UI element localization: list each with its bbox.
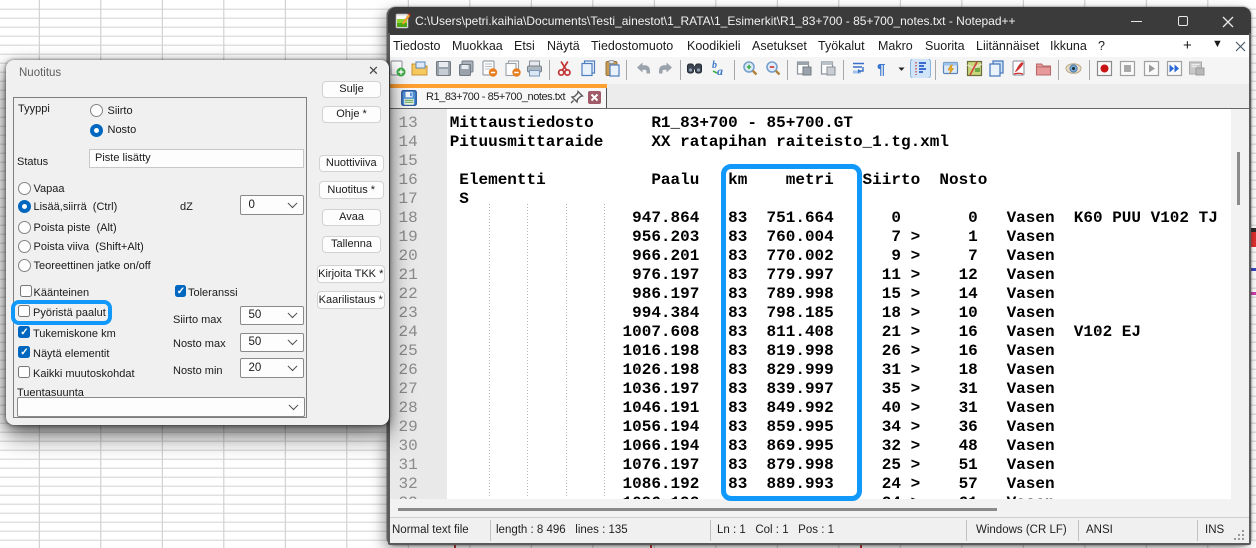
- svg-text:a: a: [717, 64, 723, 78]
- svg-text:¶: ¶: [877, 61, 885, 78]
